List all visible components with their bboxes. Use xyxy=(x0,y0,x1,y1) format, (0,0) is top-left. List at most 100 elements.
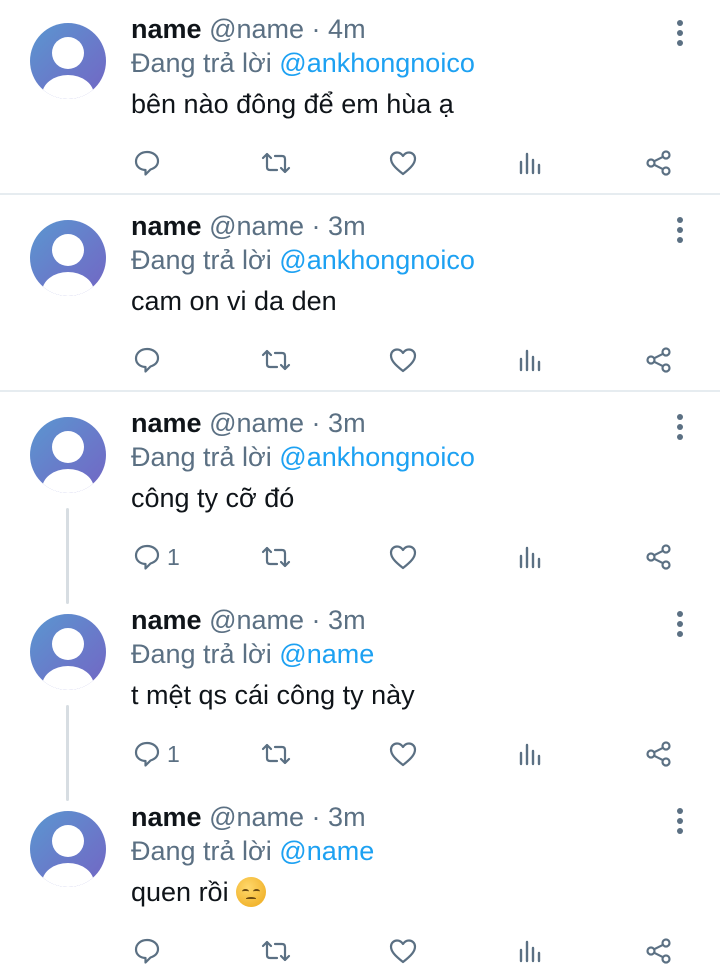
more-icon[interactable] xyxy=(672,215,688,245)
like-button[interactable] xyxy=(388,734,418,774)
reply-prefix: Đang trả lời xyxy=(131,245,272,275)
analytics-icon xyxy=(519,546,541,569)
more-icon[interactable] xyxy=(672,609,688,639)
reply-prefix: Đang trả lời xyxy=(131,442,272,472)
user-handle[interactable]: @name xyxy=(209,802,304,832)
mention-link[interactable]: @name xyxy=(279,639,374,669)
tweet-content: name @name · 3m Đang trả lời @name t mệt… xyxy=(131,603,671,712)
share-button[interactable] xyxy=(645,143,673,183)
tweet[interactable]: name @name · 3m Đang trả lời @ankhongnoi… xyxy=(0,197,720,390)
avatar[interactable] xyxy=(30,811,106,887)
tweet-header: name @name · 3m xyxy=(131,800,671,834)
display-name[interactable]: name xyxy=(131,408,202,438)
replying-to: Đang trả lời @ankhongnoico xyxy=(131,46,671,80)
retweet-button[interactable] xyxy=(259,734,293,774)
reply-button[interactable] xyxy=(133,340,167,380)
display-name[interactable]: name xyxy=(131,802,202,832)
replying-to: Đang trả lời @name xyxy=(131,834,671,868)
like-button[interactable] xyxy=(388,340,418,380)
tweet-header: name @name · 3m xyxy=(131,603,671,637)
more-icon[interactable] xyxy=(672,806,688,836)
retweet-button[interactable] xyxy=(259,340,293,380)
reply-prefix: Đang trả lời xyxy=(131,836,272,866)
tweet[interactable]: name @name · 3m Đang trả lời @name t mệt… xyxy=(0,591,720,784)
tweet-actions xyxy=(0,931,720,971)
tweet-divider xyxy=(0,193,720,195)
tweet-text: công ty cỡ đó xyxy=(131,483,295,513)
retweet-icon xyxy=(261,546,291,568)
display-name[interactable]: name xyxy=(131,605,202,635)
separator-dot: · xyxy=(311,408,321,438)
mention-link[interactable]: @name xyxy=(279,836,374,866)
analytics-icon xyxy=(519,349,541,372)
mention-link[interactable]: @ankhongnoico xyxy=(279,442,475,472)
mention-link[interactable]: @ankhongnoico xyxy=(279,48,475,78)
analytics-button[interactable] xyxy=(518,537,544,577)
share-button[interactable] xyxy=(645,537,673,577)
user-handle[interactable]: @name xyxy=(209,605,304,635)
user-handle[interactable]: @name xyxy=(209,211,304,241)
avatar[interactable] xyxy=(30,220,106,296)
timestamp[interactable]: 4m xyxy=(328,14,366,44)
analytics-button[interactable] xyxy=(518,143,544,183)
retweet-button[interactable] xyxy=(259,537,293,577)
reply-icon xyxy=(134,347,160,373)
like-icon xyxy=(389,939,417,964)
tweet-actions: 1 xyxy=(0,537,720,577)
reply-prefix: Đang trả lời xyxy=(131,48,272,78)
reply-button[interactable]: 1 xyxy=(133,537,180,577)
like-icon xyxy=(389,348,417,373)
analytics-button[interactable] xyxy=(518,340,544,380)
tweet-content: name @name · 3m Đang trả lời @name quen … xyxy=(131,800,671,909)
tweet-text: bên nào đông để em hùa ạ xyxy=(131,89,454,119)
tweet-actions: 1 xyxy=(0,734,720,774)
like-button[interactable] xyxy=(388,537,418,577)
analytics-button[interactable] xyxy=(518,734,544,774)
user-handle[interactable]: @name xyxy=(209,408,304,438)
analytics-button[interactable] xyxy=(518,931,544,971)
display-name[interactable]: name xyxy=(131,14,202,44)
timestamp[interactable]: 3m xyxy=(328,605,366,635)
share-icon xyxy=(646,544,671,570)
share-button[interactable] xyxy=(645,734,673,774)
user-handle[interactable]: @name xyxy=(209,14,304,44)
tweet-header: name @name · 4m xyxy=(131,12,671,46)
reply-icon xyxy=(134,741,160,767)
retweet-icon xyxy=(261,349,291,371)
like-button[interactable] xyxy=(388,143,418,183)
analytics-icon xyxy=(519,743,541,766)
more-icon[interactable] xyxy=(672,18,688,48)
timestamp[interactable]: 3m xyxy=(328,211,366,241)
tweet-feed: name @name · 4m Đang trả lời @ankhongnoi… xyxy=(0,0,720,977)
display-name[interactable]: name xyxy=(131,211,202,241)
tweet[interactable]: name @name · 3m Đang trả lời @ankhongnoi… xyxy=(0,394,720,587)
tweet-divider xyxy=(0,390,720,392)
retweet-button[interactable] xyxy=(259,931,293,971)
retweet-button[interactable] xyxy=(259,143,293,183)
tweet-text-container: quen rồi xyxy=(131,875,671,909)
reply-button[interactable] xyxy=(133,143,167,183)
separator-dot: · xyxy=(311,211,321,241)
tweet-content: name @name · 3m Đang trả lời @ankhongnoi… xyxy=(131,406,671,515)
share-button[interactable] xyxy=(645,340,673,380)
like-icon xyxy=(389,545,417,570)
reply-count: 1 xyxy=(167,543,180,570)
reply-button[interactable]: 1 xyxy=(133,734,180,774)
tweet-text: cam on vi da den xyxy=(131,286,337,316)
avatar[interactable] xyxy=(30,23,106,99)
tweet[interactable]: name @name · 4m Đang trả lời @ankhongnoi… xyxy=(0,0,720,193)
tweet[interactable]: name @name · 3m Đang trả lời @name quen … xyxy=(0,788,720,977)
share-icon xyxy=(646,938,671,964)
retweet-icon xyxy=(261,940,291,962)
timestamp[interactable]: 3m xyxy=(328,408,366,438)
mention-link[interactable]: @ankhongnoico xyxy=(279,245,475,275)
avatar[interactable] xyxy=(30,417,106,493)
tweet-content: name @name · 4m Đang trả lời @ankhongnoi… xyxy=(131,12,671,121)
reply-button[interactable] xyxy=(133,931,167,971)
like-button[interactable] xyxy=(388,931,418,971)
share-button[interactable] xyxy=(645,931,673,971)
timestamp[interactable]: 3m xyxy=(328,802,366,832)
more-icon[interactable] xyxy=(672,412,688,442)
avatar[interactable] xyxy=(30,614,106,690)
reply-icon xyxy=(134,938,160,964)
